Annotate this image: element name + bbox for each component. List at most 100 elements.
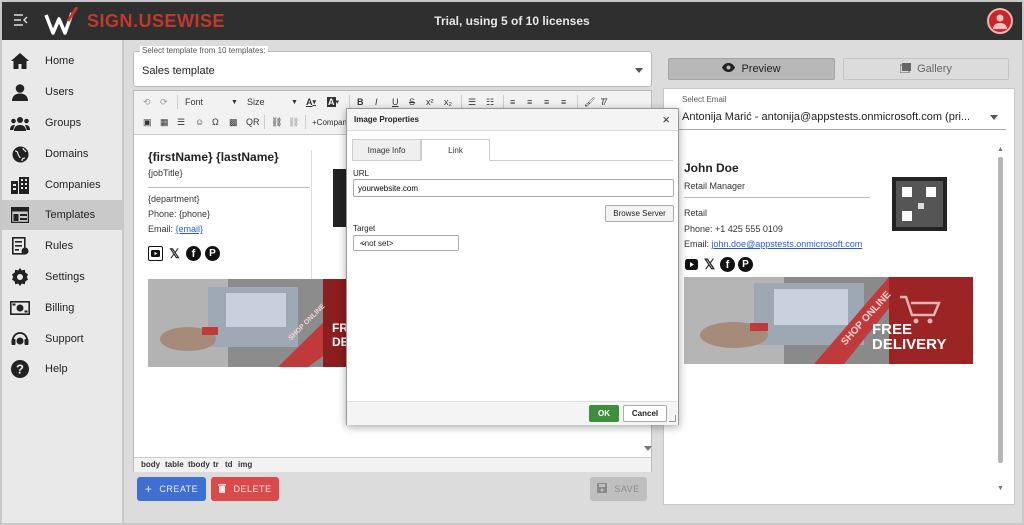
money-icon: [10, 298, 30, 318]
qr-button[interactable]: QR: [246, 115, 260, 129]
user-avatar[interactable]: [987, 8, 1013, 34]
target-select[interactable]: <not set> ⌄: [353, 235, 459, 251]
emoji-icon[interactable]: ☺: [195, 115, 204, 129]
align-center-icon[interactable]: ≡: [527, 95, 532, 109]
size-select-label: Size: [247, 97, 265, 107]
x-icon[interactable]: 𝕏: [702, 256, 717, 272]
superscript-icon[interactable]: x²: [426, 95, 434, 109]
template-select[interactable]: Select template from 10 templates: Sales…: [133, 46, 652, 87]
headset-icon: [10, 329, 30, 349]
text-color-icon[interactable]: A ▾: [306, 95, 316, 109]
email-line: Email: {email}: [148, 224, 203, 234]
strikethrough-icon[interactable]: S: [409, 95, 415, 109]
ok-button[interactable]: OK: [589, 405, 619, 422]
preview-tab[interactable]: Preview: [668, 58, 835, 80]
url-input[interactable]: [353, 179, 674, 197]
sidebar-item-label: Companies: [45, 179, 101, 191]
facebook-icon[interactable]: f: [186, 246, 201, 261]
x-icon[interactable]: 𝕏: [167, 246, 182, 261]
sidebar-item-templates[interactable]: Templates: [2, 200, 122, 230]
qr-code-icon[interactable]: ▩: [229, 115, 238, 129]
pinterest-icon[interactable]: P: [738, 257, 753, 272]
sidebar-item-label: Help: [45, 363, 68, 375]
image-icon[interactable]: ▣: [143, 115, 152, 129]
path-tbody[interactable]: tbody: [188, 460, 210, 469]
url-label: URL: [353, 169, 370, 178]
scroll-down-icon[interactable]: [644, 446, 652, 451]
help-icon: ?: [10, 359, 30, 379]
banner-image: SHOP ONLINE FRE DE: [148, 279, 347, 367]
resize-handle[interactable]: [669, 415, 676, 422]
youtube-icon[interactable]: [148, 246, 163, 261]
table-icon[interactable]: ▦: [160, 115, 169, 129]
sidebar-item-companies[interactable]: Companies: [2, 170, 122, 200]
email-placeholder-link[interactable]: {email}: [176, 224, 204, 234]
gallery-tab-label: Gallery: [917, 63, 952, 75]
gallery-tab[interactable]: Gallery: [843, 58, 1009, 80]
preview-scrollbar[interactable]: [998, 157, 1003, 463]
template-icon: [10, 205, 30, 225]
undo-icon[interactable]: ⟲: [143, 95, 151, 109]
scroll-up-icon[interactable]: ▲: [997, 146, 1004, 153]
horizontal-rule-icon[interactable]: ☰: [177, 115, 185, 129]
sidebar-item-home[interactable]: Home: [2, 46, 122, 76]
path-tr[interactable]: tr: [213, 460, 219, 469]
toolbar-separator: [503, 95, 504, 109]
path-img[interactable]: img: [238, 460, 252, 469]
special-char-icon[interactable]: Ω: [212, 115, 219, 129]
path-body[interactable]: body: [141, 460, 160, 469]
sidebar-item-groups[interactable]: Groups: [2, 108, 122, 138]
sidebar-item-domains[interactable]: Domains: [2, 139, 122, 169]
tab-image-info[interactable]: Image Info: [352, 139, 421, 161]
path-table[interactable]: table: [165, 460, 184, 469]
sidebar-item-support[interactable]: Support: [2, 324, 122, 354]
tab-link[interactable]: Link: [421, 139, 490, 161]
sidebar-item-help[interactable]: ? Help: [2, 354, 122, 384]
save-button[interactable]: SAVE: [590, 477, 647, 501]
cancel-button[interactable]: Cancel: [623, 405, 667, 422]
numbered-list-icon[interactable]: ☰: [468, 95, 476, 109]
align-right-icon[interactable]: ≡: [544, 95, 549, 109]
chevron-down-icon: ▼: [291, 98, 298, 106]
sidebar-item-settings[interactable]: Settings: [2, 262, 122, 292]
font-select[interactable]: Font ▼: [185, 95, 238, 109]
underline-icon[interactable]: U: [392, 95, 399, 109]
sidebar-item-label: Domains: [45, 148, 89, 160]
preview-name: John Doe: [684, 161, 739, 175]
browse-server-button[interactable]: Browse Server: [605, 205, 674, 222]
sidebar-item-label: Templates: [45, 209, 96, 221]
close-icon[interactable]: ×: [662, 112, 670, 127]
preview-email-link[interactable]: john.doe@appstests.onmicrosoft.com: [712, 239, 863, 249]
license-status: Trial, using 5 of 10 licenses: [434, 14, 590, 28]
path-td[interactable]: td: [225, 460, 233, 469]
scroll-down-icon[interactable]: ▼: [997, 485, 1004, 492]
preview-banner-image: SHOP ONLINE FREE DELIVERY: [684, 277, 973, 364]
create-button-label: CREATE: [159, 484, 199, 494]
dialog-header[interactable]: Image Properties ×: [347, 109, 678, 131]
youtube-icon[interactable]: [684, 257, 699, 272]
link-icon[interactable]: ⛓: [271, 115, 282, 129]
clear-format-icon[interactable]: T̸: [600, 95, 606, 109]
sidebar-item-users[interactable]: Users: [2, 77, 122, 107]
pinterest-icon[interactable]: P: [205, 246, 220, 261]
subscript-icon[interactable]: x₂: [444, 95, 452, 109]
redo-icon[interactable]: ⟳: [160, 95, 168, 109]
unlink-icon[interactable]: ⛓: [288, 115, 299, 129]
sidebar-item-billing[interactable]: Billing: [2, 293, 122, 323]
facebook-icon[interactable]: f: [720, 257, 735, 272]
delete-button[interactable]: DELETE: [211, 477, 279, 501]
insert-company-field[interactable]: +Compan: [312, 115, 347, 129]
bulleted-list-icon[interactable]: ☷: [486, 95, 494, 109]
preview-social-icons: 𝕏 f P: [684, 256, 753, 272]
email-select[interactable]: Select Email Antonija Marić - antonija@a…: [674, 95, 1006, 130]
bold-icon[interactable]: B: [357, 95, 364, 109]
paint-brush-icon[interactable]: 🖌: [584, 95, 595, 109]
italic-icon[interactable]: I: [375, 95, 378, 109]
toolbar-separator: [305, 115, 306, 129]
size-select[interactable]: Size ▼: [247, 95, 299, 109]
align-left-icon[interactable]: ≡: [510, 95, 515, 109]
background-color-icon[interactable]: A ▾: [327, 95, 339, 109]
justify-icon[interactable]: ≡: [561, 95, 566, 109]
create-button[interactable]: + CREATE: [137, 477, 206, 501]
sidebar-item-rules[interactable]: Rules: [2, 231, 122, 261]
